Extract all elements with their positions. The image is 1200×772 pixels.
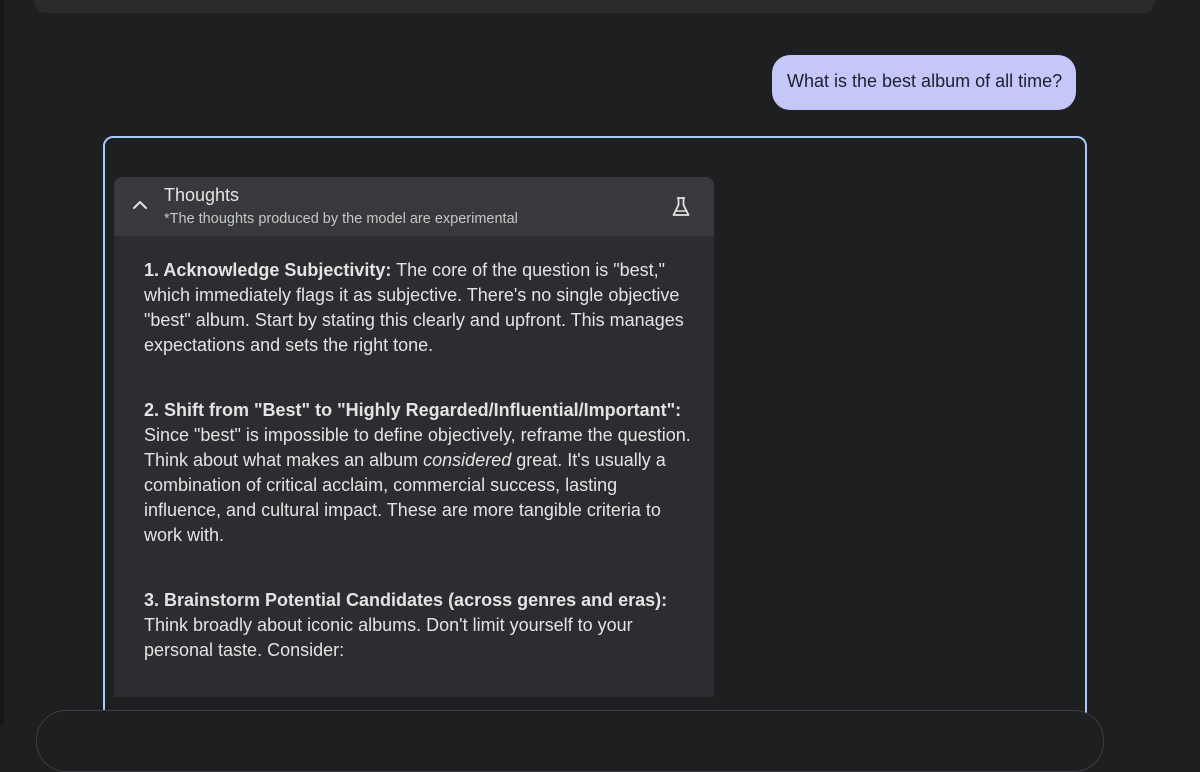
thoughts-content: 1. Acknowledge Subjectivity: The core of… — [114, 236, 714, 663]
thought-step-text: Think broadly about iconic albums. Don't… — [144, 615, 633, 660]
thoughts-header[interactable]: Thoughts *The thoughts produced by the m… — [114, 177, 714, 236]
previous-message-card — [34, 0, 1155, 13]
thought-step-title: 2. Shift from "Best" to "Highly Regarded… — [144, 400, 682, 420]
thought-step-title: 3. Brainstorm Potential Candidates (acro… — [144, 590, 668, 610]
flask-icon — [672, 197, 690, 216]
chevron-up-icon[interactable] — [131, 196, 149, 214]
thought-step: 2. Shift from "Best" to "Highly Regarded… — [144, 398, 694, 548]
thought-step: 3. Brainstorm Potential Candidates (acro… — [144, 588, 694, 663]
thought-step: 1. Acknowledge Subjectivity: The core of… — [144, 258, 694, 358]
prompt-input-bar[interactable] — [36, 710, 1104, 772]
thoughts-title: Thoughts — [164, 185, 240, 205]
left-edge — [0, 0, 4, 725]
user-message-bubble: What is the best album of all time? — [772, 55, 1076, 110]
thought-step-title: 1. Acknowledge Subjectivity: — [144, 260, 392, 280]
thoughts-subtitle: *The thoughts produced by the model are … — [164, 211, 518, 227]
thoughts-panel: Thoughts *The thoughts produced by the m… — [114, 177, 714, 697]
user-message-text: What is the best album of all time? — [787, 71, 1063, 91]
thought-step-emphasis: considered — [423, 450, 512, 470]
